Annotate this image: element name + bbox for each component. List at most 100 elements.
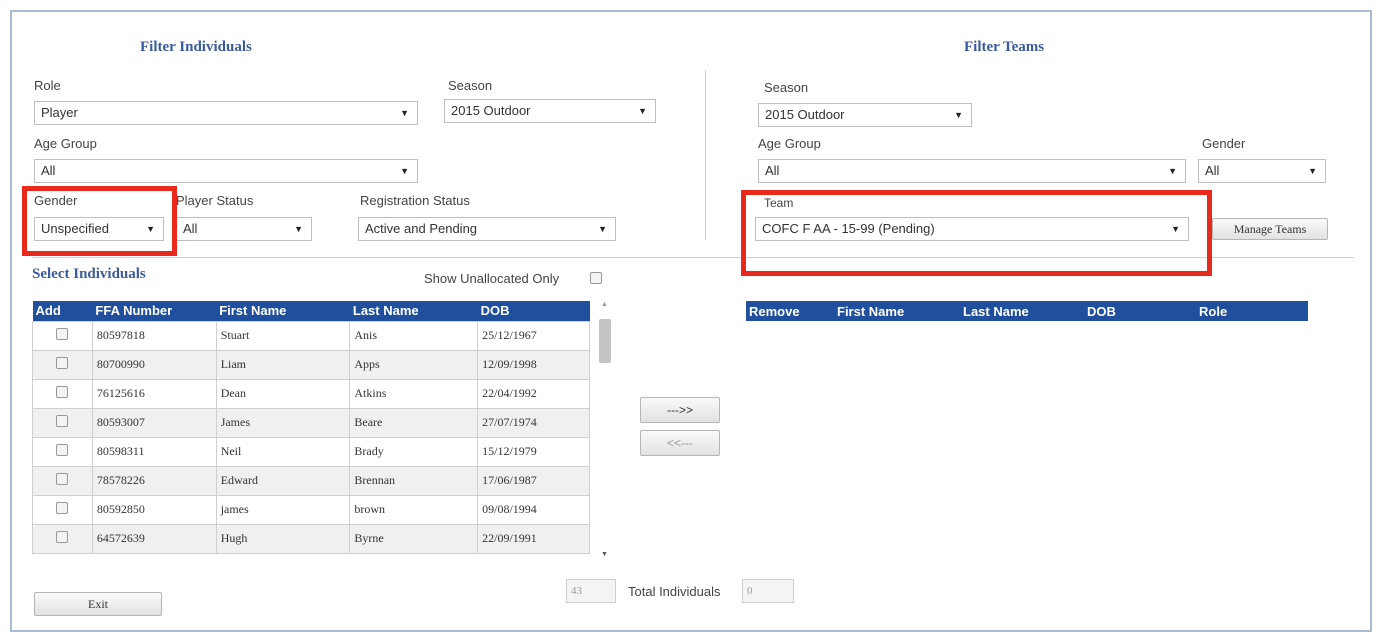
team-age-group-select[interactable]: All ▼	[758, 159, 1186, 183]
remove-from-team-button[interactable]: <<---	[640, 430, 720, 456]
add-cell	[32, 349, 93, 380]
section-divider	[32, 257, 1354, 258]
col-first-name: First Name	[216, 301, 350, 321]
ffa-number-cell: 80597818	[91, 320, 217, 351]
dob-cell: 09/08/1994	[477, 494, 590, 525]
last-name-cell: brown	[349, 494, 479, 525]
show-unallocated-checkbox[interactable]	[590, 272, 602, 284]
chevron-down-icon: ▼	[954, 110, 963, 120]
select-individuals-title: Select Individuals	[32, 266, 146, 282]
scroll-down-icon[interactable]: ▼	[601, 551, 608, 558]
dob-cell: 22/09/1991	[477, 523, 590, 554]
team-age-group-value: All	[765, 163, 780, 178]
gender-label: Gender	[34, 193, 78, 208]
gender-select[interactable]: Unspecified ▼	[34, 217, 164, 241]
player-status-label: Player Status	[176, 193, 254, 208]
table-row[interactable]: 80593007 James Beare 27/07/1974	[32, 407, 590, 438]
ffa-number-cell: 78578226	[91, 465, 217, 496]
last-name-cell: Apps	[349, 349, 479, 380]
add-checkbox[interactable]	[56, 472, 69, 485]
dob-cell: 27/07/1974	[477, 407, 590, 438]
chevron-down-icon: ▼	[146, 224, 155, 234]
player-status-select[interactable]: All ▼	[176, 217, 312, 241]
chevron-down-icon: ▼	[400, 108, 409, 118]
registration-status-select[interactable]: Active and Pending ▼	[358, 217, 616, 241]
last-name-cell: Byrne	[349, 523, 479, 554]
dob-cell: 25/12/1967	[477, 320, 590, 351]
ffa-number-cell: 76125616	[91, 378, 217, 409]
add-to-team-button[interactable]: --->>	[640, 397, 720, 423]
team-members-header: Remove First Name Last Name DOB Role	[746, 301, 1308, 321]
add-checkbox[interactable]	[56, 501, 69, 514]
first-name-cell: james	[215, 494, 351, 525]
team-value: COFC F AA - 15-99 (Pending)	[762, 221, 935, 236]
ffa-number-cell: 80700990	[91, 349, 217, 380]
first-name-cell: James	[215, 407, 351, 438]
first-name-cell: Hugh	[215, 523, 351, 554]
individuals-table: Add FFA Number First Name Last Name DOB …	[32, 301, 590, 554]
table-row[interactable]: 80700990 Liam Apps 12/09/1998	[32, 349, 590, 380]
add-cell	[32, 378, 93, 409]
col-first-name: First Name	[834, 301, 960, 321]
add-checkbox[interactable]	[56, 327, 69, 340]
add-cell	[32, 465, 93, 496]
scroll-up-icon[interactable]: ▲	[601, 301, 608, 308]
registration-status-label: Registration Status	[360, 193, 470, 208]
dob-cell: 12/09/1998	[477, 349, 590, 380]
individuals-table-container: Add FFA Number First Name Last Name DOB …	[32, 301, 590, 565]
individuals-scrollbar[interactable]: ▲ ▼	[596, 301, 614, 565]
add-cell	[32, 320, 93, 351]
team-season-select[interactable]: 2015 Outdoor ▼	[758, 103, 972, 127]
add-checkbox[interactable]	[56, 414, 69, 427]
age-group-value: All	[41, 163, 56, 178]
col-last-name: Last Name	[960, 301, 1084, 321]
last-name-cell: Anis	[349, 320, 479, 351]
player-status-value: All	[183, 221, 198, 236]
ffa-number-cell: 80598311	[91, 436, 217, 467]
season-select[interactable]: 2015 Outdoor ▼	[444, 99, 656, 123]
add-cell	[32, 407, 93, 438]
age-group-select[interactable]: All ▼	[34, 159, 418, 183]
role-select[interactable]: Player ▼	[34, 101, 418, 125]
add-checkbox[interactable]	[56, 530, 69, 543]
table-row[interactable]: 78578226 Edward Brennan 17/06/1987	[32, 465, 590, 496]
add-cell	[32, 494, 93, 525]
col-dob: DOB	[1084, 301, 1196, 321]
total-individuals-field: 0	[742, 579, 794, 603]
add-checkbox[interactable]	[56, 356, 69, 369]
ffa-number-cell: 80593007	[91, 407, 217, 438]
col-ffa-number: FFA Number	[92, 301, 217, 321]
scrollbar-thumb[interactable]	[599, 319, 611, 363]
dob-cell: 15/12/1979	[477, 436, 590, 467]
add-checkbox[interactable]	[56, 443, 69, 456]
dob-cell: 22/04/1992	[477, 378, 590, 409]
registration-status-value: Active and Pending	[365, 221, 478, 236]
table-row[interactable]: 80592850 james brown 09/08/1994	[32, 494, 590, 525]
chevron-down-icon: ▼	[294, 224, 303, 234]
table-row[interactable]: 76125616 Dean Atkins 22/04/1992	[32, 378, 590, 409]
table-row[interactable]: 80598311 Neil Brady 15/12/1979	[32, 436, 590, 467]
ffa-number-cell: 80592850	[91, 494, 217, 525]
last-name-cell: Brennan	[349, 465, 479, 496]
role-label: Role	[34, 78, 61, 93]
filters-divider	[705, 70, 706, 240]
show-unallocated-label: Show Unallocated Only	[424, 271, 560, 286]
table-row[interactable]: 80597818 Stuart Anis 25/12/1967	[32, 320, 590, 351]
individuals-table-header: Add FFA Number First Name Last Name DOB	[32, 301, 590, 321]
last-name-cell: Beare	[349, 407, 479, 438]
gender-value: Unspecified	[41, 221, 109, 236]
table-row[interactable]: 64572639 Hugh Byrne 22/09/1991	[32, 523, 590, 554]
team-gender-value: All	[1205, 163, 1220, 178]
first-name-cell: Liam	[215, 349, 351, 380]
col-last-name: Last Name	[349, 301, 478, 321]
manage-teams-button[interactable]: Manage Teams	[1212, 218, 1328, 240]
add-cell	[32, 436, 93, 467]
team-season-label: Season	[764, 80, 809, 95]
exit-button[interactable]: Exit	[34, 592, 162, 616]
season-value: 2015 Outdoor	[451, 103, 531, 118]
team-select[interactable]: COFC F AA - 15-99 (Pending) ▼	[755, 217, 1189, 241]
team-gender-select[interactable]: All ▼	[1198, 159, 1326, 183]
chevron-down-icon: ▼	[638, 106, 647, 116]
age-group-label: Age Group	[34, 136, 97, 151]
add-checkbox[interactable]	[56, 385, 69, 398]
